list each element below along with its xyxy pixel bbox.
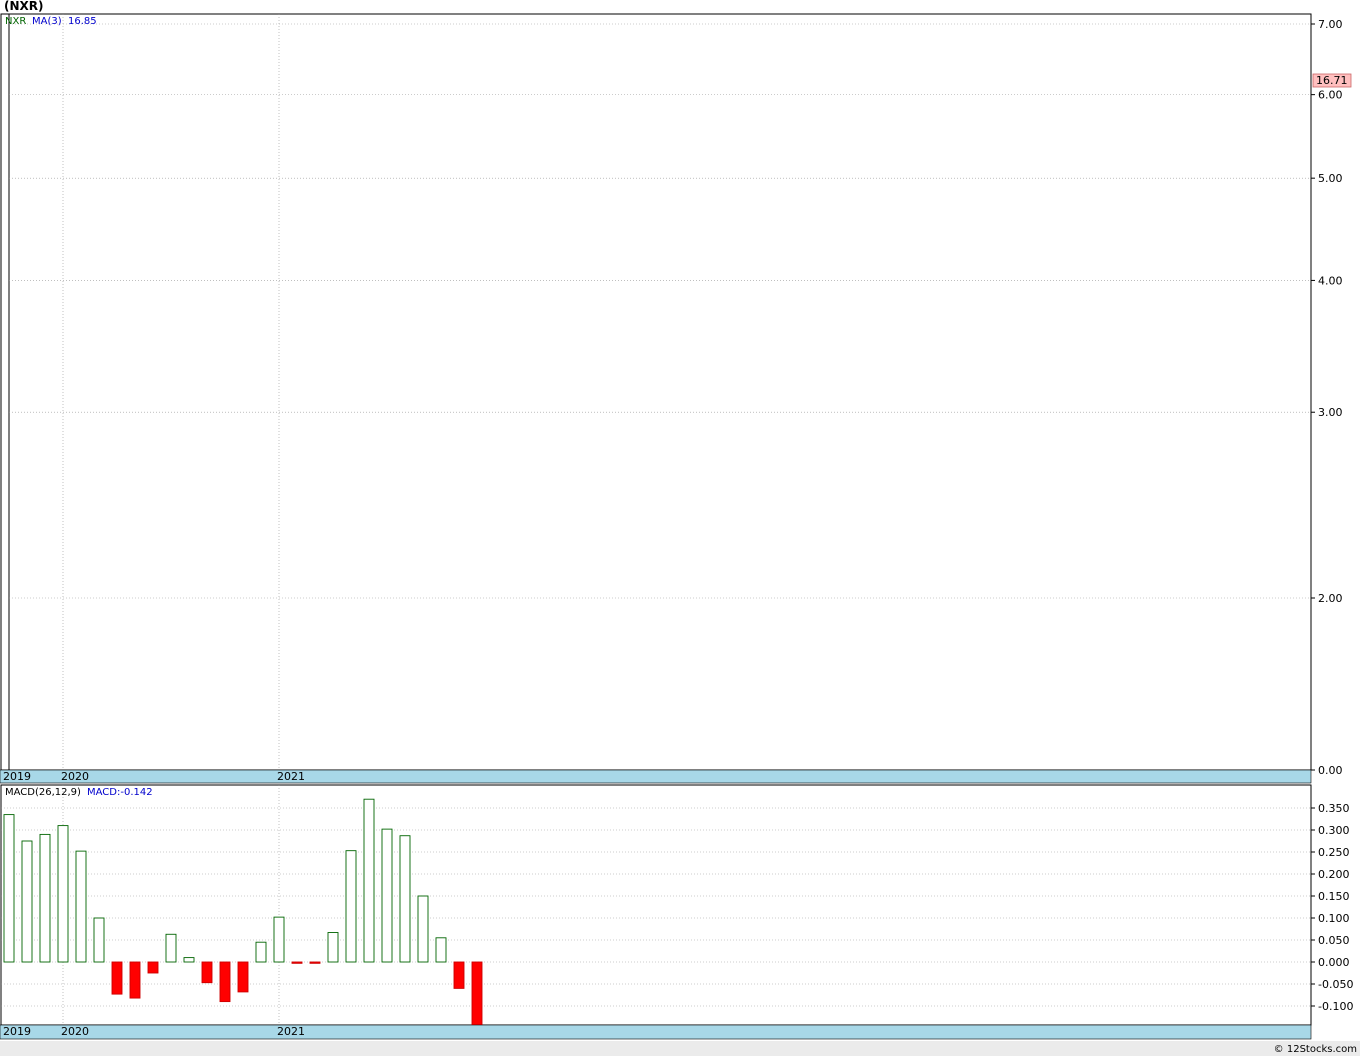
legend-ma-label: MA(3) (32, 16, 62, 27)
macd-x-tick-label: 2021 (277, 1025, 305, 1038)
macd-bar (183, 957, 195, 963)
macd-bar (111, 961, 123, 995)
macd-tick-label: 0.150 (1318, 890, 1350, 903)
macd-bar (291, 961, 303, 964)
macd-bar (219, 961, 231, 1003)
chart-frame (0, 13, 1360, 1056)
price-x-tick-label: 2021 (277, 770, 305, 783)
macd-bar (345, 850, 357, 963)
chart-title: (NXR) (4, 0, 44, 13)
macd-panel (0, 784, 1312, 1026)
macd-tick-label: 0.350 (1318, 802, 1350, 815)
price-y-axis: 19.0017.0015.0014.0013.0012.0011.0010.00… (1311, 18, 1343, 777)
macd-tick-label: 0.200 (1318, 868, 1350, 881)
macd-x-band (0, 1024, 1312, 1040)
price-tick-label: 2.00 (1318, 592, 1343, 605)
last-price-marker: 16.71 (1312, 73, 1352, 88)
macd-bar (93, 917, 105, 963)
price-x-tick-label: 2020 (61, 770, 89, 783)
macd-bar (165, 933, 177, 963)
macd-bar (129, 961, 141, 999)
legend-symbol: NXR (5, 16, 26, 27)
macd-bar (327, 932, 339, 963)
macd-bar (75, 850, 87, 963)
macd-tick-label: 0.100 (1318, 912, 1350, 925)
price-legend: NXR MA(3) 16.85 (5, 16, 97, 27)
macd-bar (363, 798, 375, 963)
macd-y-axis: 0.350 0.300 0.250 0.200 0.150 0.100 0.050 0.000… (1311, 802, 1353, 1013)
macd-tick-label: 0.000 (1318, 956, 1350, 969)
macd-bar (273, 916, 285, 963)
macd-bar (255, 941, 267, 963)
macd-bar (147, 961, 159, 974)
macd-bar (417, 895, 429, 963)
macd-legend-value: MACD:-0.142 (87, 787, 153, 798)
price-tick-label: 6.00 (1318, 89, 1343, 102)
macd-legend-name: MACD(26,12,9) (5, 787, 81, 798)
price-tick-label: 4.00 (1318, 274, 1343, 287)
copyright: © 12Stocks.com (1274, 1044, 1357, 1055)
macd-bar (471, 961, 483, 1025)
macd-bar (21, 840, 33, 963)
macd-bar (399, 835, 411, 963)
legend-ma-value: 16.85 (68, 16, 97, 27)
footer-bar (0, 1041, 1360, 1056)
macd-bar (201, 961, 213, 984)
macd-bar (57, 825, 69, 963)
price-panel (0, 13, 1312, 771)
macd-legend: MACD(26,12,9) MACD:-0.142 (5, 787, 153, 798)
macd-bar (237, 961, 249, 993)
price-tick-label: 0.00 (1318, 764, 1343, 777)
macd-bar (309, 961, 321, 964)
price-tick-label: 7.00 (1318, 18, 1343, 31)
macd-tick-label: -0.050 (1318, 978, 1353, 991)
macd-bar (435, 937, 447, 963)
last-price-label: 16.71 (1316, 74, 1348, 87)
macd-tick-label: -0.100 (1318, 1000, 1353, 1013)
macd-bar (39, 833, 51, 963)
macd-bar (381, 828, 393, 963)
macd-tick-label: 0.050 (1318, 934, 1350, 947)
price-tick-label: 5.00 (1318, 172, 1343, 185)
chart-canvas: (NXR) 19.0017.0015.0014.0013.0012.0011.0… (0, 0, 1360, 1056)
macd-bar (453, 961, 465, 989)
macd-x-tick-label: 2020 (61, 1025, 89, 1038)
macd-x-tick-label: 2019 (3, 1025, 31, 1038)
price-tick-label: 3.00 (1318, 406, 1343, 419)
macd-tick-label: 0.250 (1318, 846, 1350, 859)
macd-bar (3, 814, 15, 963)
price-x-tick-label: 2019 (3, 770, 31, 783)
macd-tick-label: 0.300 (1318, 824, 1350, 837)
price-x-band (0, 769, 1312, 784)
